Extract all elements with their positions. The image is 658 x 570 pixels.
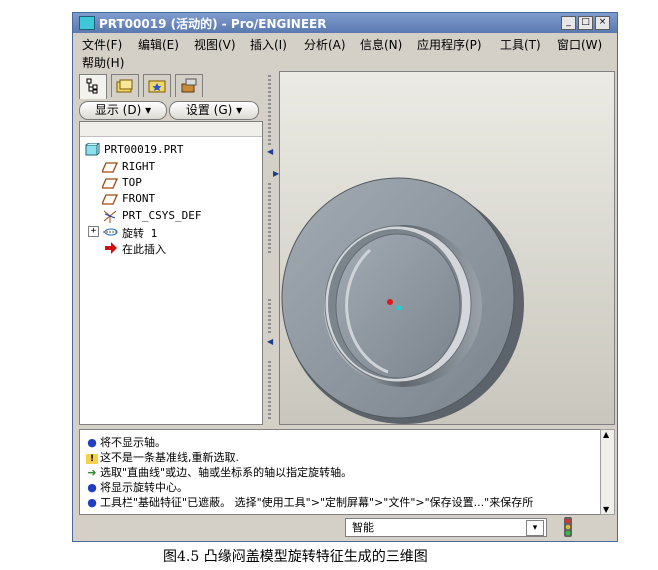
datum-plane-icon xyxy=(102,162,118,173)
menu-edit[interactable]: 编辑(E) xyxy=(138,36,179,53)
message-text: 将不显示轴。 xyxy=(100,436,166,449)
message-line: ● 将显示旋转中心。 xyxy=(86,479,188,494)
revolve-icon xyxy=(103,228,118,236)
tree-item-revolve[interactable]: + 旋转 1 xyxy=(88,224,248,240)
message-area: ● 将不显示轴。 ! 这不是一条基准线,重新选取. ➜ 选取"直曲线"或边、轴或坐标系… xyxy=(79,429,601,515)
flange-cover-model xyxy=(281,177,524,424)
menu-tools[interactable]: 工具(T) xyxy=(500,36,541,53)
scroll-down-icon[interactable]: ▼ xyxy=(603,505,609,514)
proe-window: PRT00019 (活动的) - Pro/ENGINEER _ □ × 文件(F… xyxy=(72,12,618,542)
message-line: ! 这不是一条基准线,重新选取. xyxy=(86,449,239,464)
menu-applications[interactable]: 应用程序(P) xyxy=(417,36,482,53)
insert-here-icon xyxy=(105,242,117,254)
tab-favorites[interactable] xyxy=(143,74,171,97)
favorites-icon xyxy=(148,80,166,93)
window-title: PRT00019 (活动的) - Pro/ENGINEER xyxy=(99,17,327,31)
show-label: 显示 (D) xyxy=(94,103,142,117)
selection-filter[interactable]: 智能 ▾ xyxy=(345,518,547,537)
status-bar: 智能 ▾ xyxy=(73,515,617,539)
model-tree-panel: PRT00019.PRT RIGHT TOP FRONT PRT_CSYS_DE… xyxy=(79,121,263,425)
rotation-center-marker xyxy=(387,299,393,305)
menu-insert[interactable]: 插入(I) xyxy=(250,36,287,53)
menu-window[interactable]: 窗口(W) xyxy=(557,36,602,53)
panel-splitter[interactable]: ◀ ▶ ◀ xyxy=(265,71,279,424)
chevron-down-icon: ▾ xyxy=(145,103,152,117)
app-icon xyxy=(79,16,95,30)
menu-help[interactable]: 帮助(H) xyxy=(82,54,124,71)
datum-plane-icon xyxy=(102,194,118,205)
settings-dropdown[interactable]: 设置 (G) ▾ xyxy=(169,101,259,120)
menu-file[interactable]: 文件(F) xyxy=(82,36,122,53)
info-dot-icon: ● xyxy=(87,496,97,509)
menu-analysis[interactable]: 分析(A) xyxy=(304,36,346,53)
message-text: 这不是一条基准线,重新选取. xyxy=(100,451,239,464)
model-tree-icon xyxy=(86,78,98,94)
info-dot-icon: ● xyxy=(87,436,97,449)
prompt-arrow-icon: ➜ xyxy=(87,466,97,479)
scroll-up-icon[interactable]: ▲ xyxy=(603,430,609,439)
title-bar[interactable]: PRT00019 (活动的) - Pro/ENGINEER _ □ × xyxy=(73,13,617,33)
figure-caption: 图4.5 凸缘闷盖模型旋转特征生成的三维图 xyxy=(163,549,428,565)
tree-item-label: PRT00019.PRT xyxy=(104,143,184,156)
connections-icon xyxy=(181,78,197,93)
graphics-viewport[interactable] xyxy=(279,71,615,425)
message-line: ➜ 选取"直曲线"或边、轴或坐标系的轴以指定旋转轴。 xyxy=(86,464,352,479)
traffic-light-icon[interactable] xyxy=(561,517,575,537)
model-tree-header xyxy=(80,122,262,137)
folder-browser-icon xyxy=(116,79,133,93)
message-text: 工具栏"基础特征"已遮蔽。 选择"使用工具">"定制屏幕">"文件">"保存设置… xyxy=(100,496,534,509)
sash-grip xyxy=(268,361,271,421)
part-icon xyxy=(85,143,100,156)
menu-bar: 文件(F) 编辑(E) 视图(V) 插入(I) 分析(A) 信息(N) 应用程序… xyxy=(73,33,617,71)
settings-label: 设置 (G) xyxy=(185,103,233,117)
tree-item-label: PRT_CSYS_DEF xyxy=(122,209,202,222)
collapse-arrow-icon[interactable]: ◀ xyxy=(267,147,273,156)
tab-connections[interactable] xyxy=(175,74,203,97)
chevron-down-icon: ▾ xyxy=(236,103,243,117)
datum-plane-icon xyxy=(102,178,118,189)
expand-icon[interactable]: + xyxy=(88,226,99,237)
tree-item-label: TOP xyxy=(122,176,142,189)
tree-item-label: 在此插入 xyxy=(122,243,166,256)
message-text: 将显示旋转中心。 xyxy=(100,481,188,494)
sash-grip xyxy=(268,75,271,145)
tree-item-label: RIGHT xyxy=(122,160,156,173)
message-line: ● 将不显示轴。 xyxy=(86,434,166,449)
tab-model-tree[interactable] xyxy=(79,74,107,99)
selection-filter-value: 智能 xyxy=(352,521,374,534)
sash-grip xyxy=(268,299,271,335)
warning-icon: ! xyxy=(86,454,98,464)
axis-marker xyxy=(396,305,402,311)
chevron-down-icon[interactable]: ▾ xyxy=(526,520,544,536)
sash-grip xyxy=(268,183,271,253)
csys-icon xyxy=(103,210,117,223)
show-dropdown[interactable]: 显示 (D) ▾ xyxy=(79,101,167,120)
maximize-button[interactable]: □ xyxy=(578,16,593,30)
tree-item-label: FRONT xyxy=(122,192,156,205)
tab-folder-browser[interactable] xyxy=(111,74,139,97)
message-scrollbar[interactable]: ▲ ▼ xyxy=(600,429,615,515)
menu-info[interactable]: 信息(N) xyxy=(360,36,402,53)
message-text: 选取"直曲线"或边、轴或坐标系的轴以指定旋转轴。 xyxy=(100,466,353,479)
tree-item-label: 旋转 1 xyxy=(122,227,158,240)
message-line: ● 工具栏"基础特征"已遮蔽。 选择"使用工具">"定制屏幕">"文件">"保存设… xyxy=(86,494,598,509)
close-button[interactable]: × xyxy=(595,16,610,30)
minimize-button[interactable]: _ xyxy=(561,16,576,30)
collapse-arrow-icon[interactable]: ◀ xyxy=(267,337,273,346)
info-dot-icon: ● xyxy=(87,481,97,494)
menu-view[interactable]: 视图(V) xyxy=(194,36,236,53)
